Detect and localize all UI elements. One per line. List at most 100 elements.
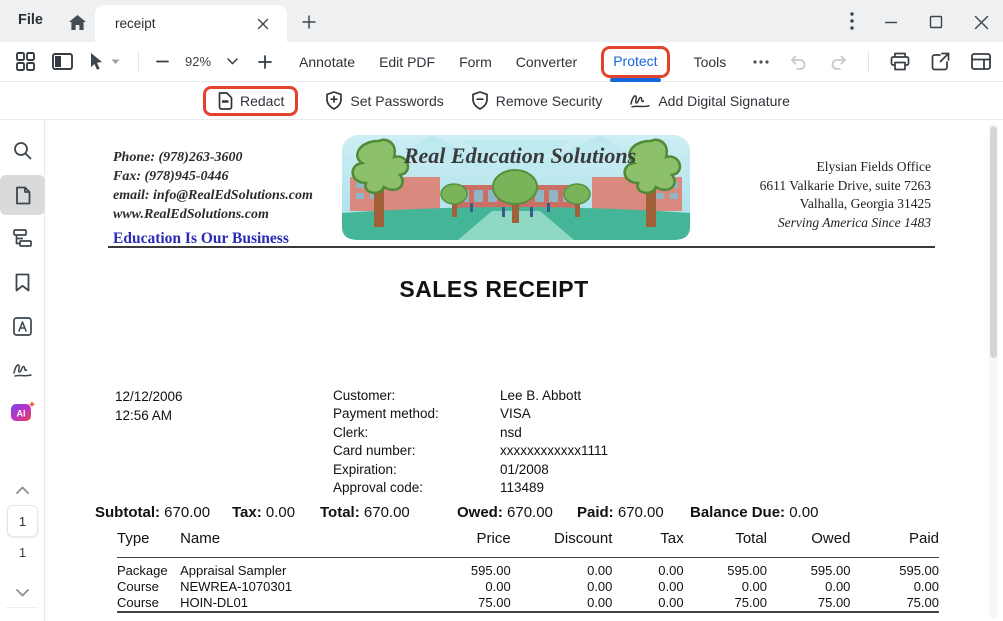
payment-method-value: VISA [500,405,608,423]
subtotal-value: 670.00 [164,504,210,521]
previous-page-chevron-icon[interactable] [0,472,45,508]
main-toolbar: 92% Annotate Edit PDF Form Converter Pro… [0,42,1003,82]
redact-icon [217,92,233,110]
cell-tax: 0.00 [612,595,683,612]
col-discount: Discount [511,530,613,558]
redact-button[interactable]: Redact [217,92,284,110]
remove-security-button[interactable]: Remove Security [471,91,603,110]
menu-protect[interactable]: Protect [613,53,657,69]
menu-annotate[interactable]: Annotate [299,54,355,70]
redo-icon[interactable] [829,54,847,70]
ai-assistant-icon[interactable]: AI [0,394,45,430]
customer-label: Customer: [333,387,439,405]
total-label: Total: [320,504,360,521]
col-type: Type [117,530,180,558]
home-button[interactable] [64,9,90,35]
undo-icon[interactable] [790,54,808,70]
protect-active-underline [610,78,660,82]
outline-tree-icon[interactable] [0,220,45,256]
window-maximize-button[interactable] [923,9,949,35]
tab-receipt[interactable]: receipt [95,5,287,42]
window-minimize-button[interactable] [878,9,904,35]
window-close-button[interactable] [968,9,994,35]
office-name: Elysian Fields Office [760,158,931,177]
company-logo-image: Real Education Solutions [342,135,690,240]
approval-code-label: Approval code: [333,479,439,497]
print-icon[interactable] [890,52,910,71]
office-street: 6611 Valkarie Drive, suite 7263 [760,177,931,196]
cell-tax: 0.00 [612,579,683,595]
annotations-icon[interactable] [0,308,45,344]
share-export-icon[interactable] [931,52,950,71]
cell-total: 0.00 [684,579,767,595]
grid-view-icon[interactable] [16,52,35,71]
balance-due-value: 0.00 [789,504,818,521]
set-passwords-button[interactable]: Set Passwords [325,91,443,110]
panel-toggle-icon[interactable] [52,53,73,70]
receipt-date: 12/12/2006 [115,387,183,406]
col-owed: Owed [767,530,850,558]
search-icon[interactable] [0,132,45,168]
new-tab-button[interactable] [297,10,321,34]
sidebar-signature-icon[interactable] [0,352,45,388]
svg-text:AI: AI [16,409,25,419]
cell-total: 75.00 [684,595,767,612]
bookmark-icon[interactable] [0,264,45,300]
receipt-time: 12:56 AM [115,406,183,425]
fax-line: Fax: (978)945-0446 [113,167,313,186]
cell-paid: 0.00 [850,579,939,595]
col-tax: Tax [612,530,683,558]
menu-bar: Annotate Edit PDF Form Converter Protect… [299,42,726,81]
add-digital-signature-button[interactable]: Add Digital Signature [629,92,790,109]
file-menu[interactable]: File [18,12,43,28]
cell-name: HOIN-DL01 [180,595,424,612]
menu-form[interactable]: Form [459,54,492,70]
clerk-label: Clerk: [333,424,439,442]
document-scrollbar[interactable] [989,123,998,619]
signature-icon [629,92,651,109]
zoom-level-value[interactable]: 92% [185,54,211,69]
scrollbar-thumb[interactable] [990,126,997,358]
remove-security-label: Remove Security [496,93,603,109]
receipt-detail-values: Lee B. Abbott VISA nsd xxxxxxxxxxxx1111 … [500,387,608,497]
cell-owed: 0.00 [767,579,850,595]
toolbar-separator [138,52,139,72]
menu-converter[interactable]: Converter [516,54,577,70]
cursor-dropdown-icon[interactable] [111,59,120,65]
left-sidebar: AI 1 1 [0,120,45,621]
zoom-out-button[interactable] [156,55,169,68]
cell-paid: 595.00 [850,558,939,580]
current-page-input[interactable]: 1 [7,505,38,537]
page-thumbnails-icon[interactable] [0,175,45,215]
page-layout-icon[interactable] [971,53,991,70]
payment-method-label: Payment method: [333,405,439,423]
shield-minus-icon [471,91,489,110]
cell-type: Package [117,558,180,580]
cell-price: 595.00 [424,558,510,580]
tab-close-icon[interactable] [253,14,273,34]
document-page: Phone: (978)263-3600 Fax: (978)945-0446 … [45,120,1003,621]
col-price: Price [424,530,510,558]
select-cursor-icon[interactable] [88,52,105,71]
set-passwords-label: Set Passwords [350,93,443,109]
zoom-dropdown-chevron-icon[interactable] [227,58,238,65]
card-number-value: xxxxxxxxxxxx1111 [500,442,608,460]
office-address-block: Elysian Fields Office 6611 Valkarie Driv… [760,158,931,232]
menu-edit-pdf[interactable]: Edit PDF [379,54,435,70]
tab-title: receipt [115,16,253,31]
sidebar-divider [6,607,38,608]
more-options-kebab-icon[interactable] [840,9,864,33]
next-page-chevron-icon[interactable] [0,575,45,611]
cell-tax: 0.00 [612,558,683,580]
menu-tools[interactable]: Tools [694,54,727,70]
col-total: Total [684,530,767,558]
zoom-in-button[interactable] [258,55,272,69]
office-tagline: Serving America Since 1483 [760,214,931,233]
balance-due-label: Balance Due: [690,504,785,521]
more-tools-ellipsis-icon[interactable] [753,60,769,64]
cell-owed: 75.00 [767,595,850,612]
email-line: email: info@RealEdSolutions.com [113,186,313,205]
totals-row: Subtotal: 670.00 Tax: 0.00 Total: 670.00… [45,504,1003,524]
owed-label: Owed: [457,504,503,521]
cell-price: 75.00 [424,595,510,612]
